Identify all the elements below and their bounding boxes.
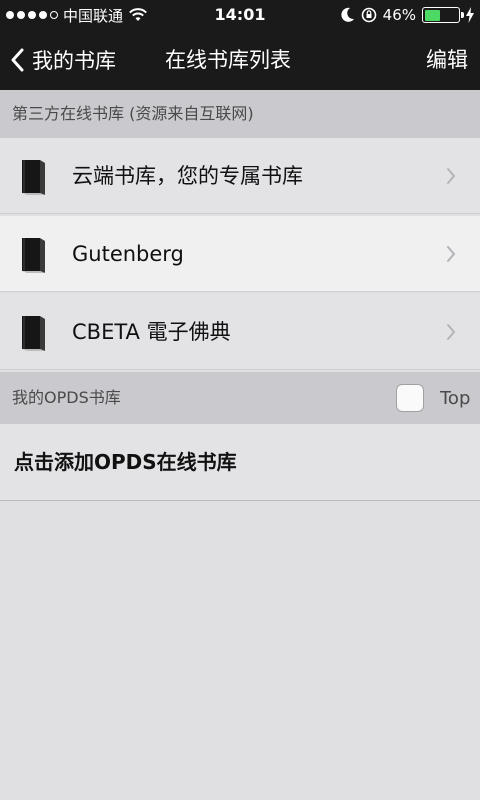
library-label: Gutenberg — [72, 242, 184, 266]
charging-icon — [466, 7, 474, 23]
empty-background — [0, 501, 480, 800]
section-header-label: 第三方在线书库 (资源来自互联网) — [12, 104, 254, 123]
chevron-right-icon — [447, 324, 456, 340]
battery-icon — [422, 7, 464, 23]
section-header-opds: 我的OPDS书库 Top — [0, 372, 480, 424]
battery-fill — [424, 9, 440, 21]
chevron-right-icon — [447, 168, 456, 184]
top-checkbox[interactable] — [396, 384, 424, 412]
library-row-cloud[interactable]: 云端书库，您的专属书库 — [0, 138, 480, 214]
battery-percent: 46% — [382, 6, 416, 24]
top-toggle[interactable]: Top — [396, 384, 470, 412]
navigation-bar: 我的书库 在线书库列表 编辑 — [0, 30, 480, 90]
top-checkbox-label: Top — [440, 387, 471, 409]
back-button-label: 我的书库 — [32, 49, 116, 73]
library-label: CBETA 電子佛典 — [72, 320, 231, 344]
library-row-cbeta[interactable]: CBETA 電子佛典 — [0, 294, 480, 370]
status-right: 46% — [341, 0, 474, 30]
back-button[interactable]: 我的书库 — [10, 30, 116, 90]
chevron-left-icon — [11, 48, 24, 72]
section-header-third-party: 第三方在线书库 (资源来自互联网) — [0, 90, 480, 138]
status-bar: 中国联通 14:01 46% — [0, 0, 480, 30]
rotation-lock-icon — [361, 7, 376, 23]
add-opds-row[interactable]: 点击添加OPDS在线书库 — [0, 424, 480, 501]
section-header-label: 我的OPDS书库 — [12, 388, 121, 407]
library-label: 云端书库，您的专属书库 — [72, 164, 303, 188]
battery-tip — [461, 12, 464, 18]
moon-icon — [341, 7, 354, 22]
book-icon — [22, 238, 45, 273]
book-icon — [22, 316, 45, 351]
library-row-gutenberg[interactable]: Gutenberg — [0, 216, 480, 292]
chevron-right-icon — [447, 246, 456, 262]
add-opds-label: 点击添加OPDS在线书库 — [14, 450, 237, 474]
page-title: 在线书库列表 — [165, 48, 291, 72]
edit-button[interactable]: 编辑 — [426, 30, 468, 90]
book-icon — [22, 160, 45, 195]
